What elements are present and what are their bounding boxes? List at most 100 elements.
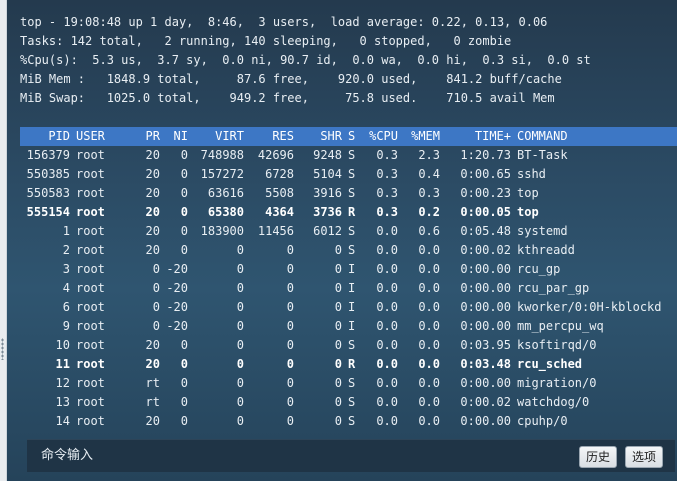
ni-cell: 0 <box>180 338 188 352</box>
pid-cell: 10 <box>55 338 70 352</box>
pr-cell: 20 <box>145 224 160 238</box>
user-cell: root <box>76 243 105 257</box>
shr-cell: 0 <box>334 300 342 314</box>
pr-cell: 20 <box>145 186 160 200</box>
user-cell: root <box>76 338 105 352</box>
process-row: 550583 root 20 0 63616 5508 3916 S 0.3 0.3 0:00.23… <box>20 184 675 203</box>
virt-cell: 0 <box>236 395 244 409</box>
process-row: 550385 root 20 0 157272 6728 5104 S 0.3 0.4 0:00.6… <box>20 165 675 184</box>
command-cell: sshd <box>517 167 546 181</box>
state-cell: S <box>348 186 356 200</box>
pr-cell: rt <box>145 376 160 390</box>
shr-cell: 0 <box>334 376 342 390</box>
user-cell: root <box>76 205 105 219</box>
shr-cell: 0 <box>334 414 342 428</box>
virt-cell: 0 <box>236 338 244 352</box>
process-row: 13 root rt 0 0 0 0 S 0.0 0.0 0:00.02 watchdog/0 <box>20 393 675 412</box>
state-cell: I <box>348 300 356 314</box>
pr-cell: 0 <box>152 319 160 333</box>
mem-cell: 0.2 <box>418 205 440 219</box>
ni-cell: -20 <box>166 300 188 314</box>
command-cell: rcu_sched <box>517 357 583 371</box>
cpu-cell: 0.0 <box>376 300 398 314</box>
left-resize-strip[interactable] <box>0 0 7 481</box>
state-cell: R <box>348 357 356 371</box>
command-input[interactable]: 命令输入 <box>41 440 93 472</box>
command-cell: top <box>517 186 539 200</box>
cpu-cell: 0.0 <box>376 376 398 390</box>
cpu-cell: 0.0 <box>376 357 398 371</box>
user-cell: root <box>76 357 105 371</box>
ni-cell: 0 <box>180 376 188 390</box>
col-user: USER <box>76 129 105 143</box>
shr-cell: 0 <box>334 319 342 333</box>
swap-line: MiB Swap: 1025.0 total, 949.2 free, 75.8… <box>20 91 555 105</box>
col-pid: PID <box>48 129 70 143</box>
res-cell: 0 <box>286 376 294 390</box>
cpu-cell: 0.3 <box>376 167 398 181</box>
virt-cell: 0 <box>236 414 244 428</box>
process-row: 9 root 0 -20 0 0 0 I 0.0 0.0 0:00.00 mm_percpu_wq <box>20 317 675 336</box>
user-cell: root <box>76 148 105 162</box>
state-cell: S <box>348 148 356 162</box>
process-row: 2 root 20 0 0 0 0 S 0.0 0.0 0:00.02 kthreadd <box>20 241 675 260</box>
pid-cell: 1 <box>62 224 70 238</box>
state-cell: S <box>348 376 356 390</box>
mem-cell: 0.3 <box>418 186 440 200</box>
res-cell: 5508 <box>265 186 294 200</box>
user-cell: root <box>76 167 105 181</box>
options-button[interactable]: 选项 <box>625 446 664 468</box>
shr-cell: 0 <box>334 357 342 371</box>
user-cell: root <box>76 319 105 333</box>
process-row: 4 root 0 -20 0 0 0 I 0.0 0.0 0:00.00 rcu_par_gp <box>20 279 675 298</box>
time-cell: 0:00.00 <box>460 300 511 314</box>
state-cell: R <box>348 205 356 219</box>
cpu-cell: 0.0 <box>376 281 398 295</box>
time-cell: 0:00.00 <box>460 376 511 390</box>
command-cell: ksoftirqd/0 <box>517 338 597 352</box>
user-cell: root <box>76 395 105 409</box>
ni-cell: 0 <box>180 243 188 257</box>
state-cell: I <box>348 319 356 333</box>
pid-cell: 11 <box>55 357 70 371</box>
process-row: 1 root 20 0 183900 11456 6012 S 0.0 0.6 0:05.48 sys… <box>20 222 675 241</box>
resize-grip-icon[interactable] <box>1 338 4 360</box>
pr-cell: 20 <box>145 414 160 428</box>
history-button[interactable]: 历史 <box>579 446 618 468</box>
command-cell: systemd <box>517 224 568 238</box>
mem-cell: 0.0 <box>418 338 440 352</box>
cpu-cell: 0.0 <box>376 395 398 409</box>
ni-cell: 0 <box>180 148 188 162</box>
res-cell: 0 <box>286 338 294 352</box>
virt-cell: 0 <box>236 262 244 276</box>
time-cell: 0:00.05 <box>460 205 511 219</box>
shr-cell: 5104 <box>313 167 342 181</box>
mem-cell: 0.0 <box>418 395 440 409</box>
col-res: RES <box>272 129 294 143</box>
pr-cell: rt <box>145 395 160 409</box>
res-cell: 0 <box>286 262 294 276</box>
col-shr: SHR <box>320 129 342 143</box>
mem-line: MiB Mem : 1848.9 total, 87.6 free, 920.0… <box>20 72 562 86</box>
cpu-cell: 0.3 <box>376 148 398 162</box>
terminal-window[interactable]: top - 19:08:48 up 1 day, 8:46, 3 users, … <box>0 0 677 481</box>
col-time: TIME+ <box>474 129 511 143</box>
pid-cell: 6 <box>62 300 70 314</box>
res-cell: 6728 <box>265 167 294 181</box>
user-cell: root <box>76 414 105 428</box>
cpu-cell: 0.0 <box>376 414 398 428</box>
cpu-cell: 0.0 <box>376 243 398 257</box>
state-cell: S <box>348 395 356 409</box>
user-cell: root <box>76 376 105 390</box>
shr-cell: 0 <box>334 262 342 276</box>
pid-cell: 14 <box>55 414 70 428</box>
virt-cell: 0 <box>236 357 244 371</box>
command-bar: 命令输入 历史 选项 <box>27 439 675 472</box>
ni-cell: -20 <box>166 319 188 333</box>
mem-cell: 0.0 <box>418 414 440 428</box>
user-cell: root <box>76 224 105 238</box>
res-cell: 11456 <box>257 224 294 238</box>
pr-cell: 20 <box>145 357 160 371</box>
time-cell: 0:03.95 <box>460 338 511 352</box>
uptime-line: top - 19:08:48 up 1 day, 8:46, 3 users, … <box>20 15 548 29</box>
